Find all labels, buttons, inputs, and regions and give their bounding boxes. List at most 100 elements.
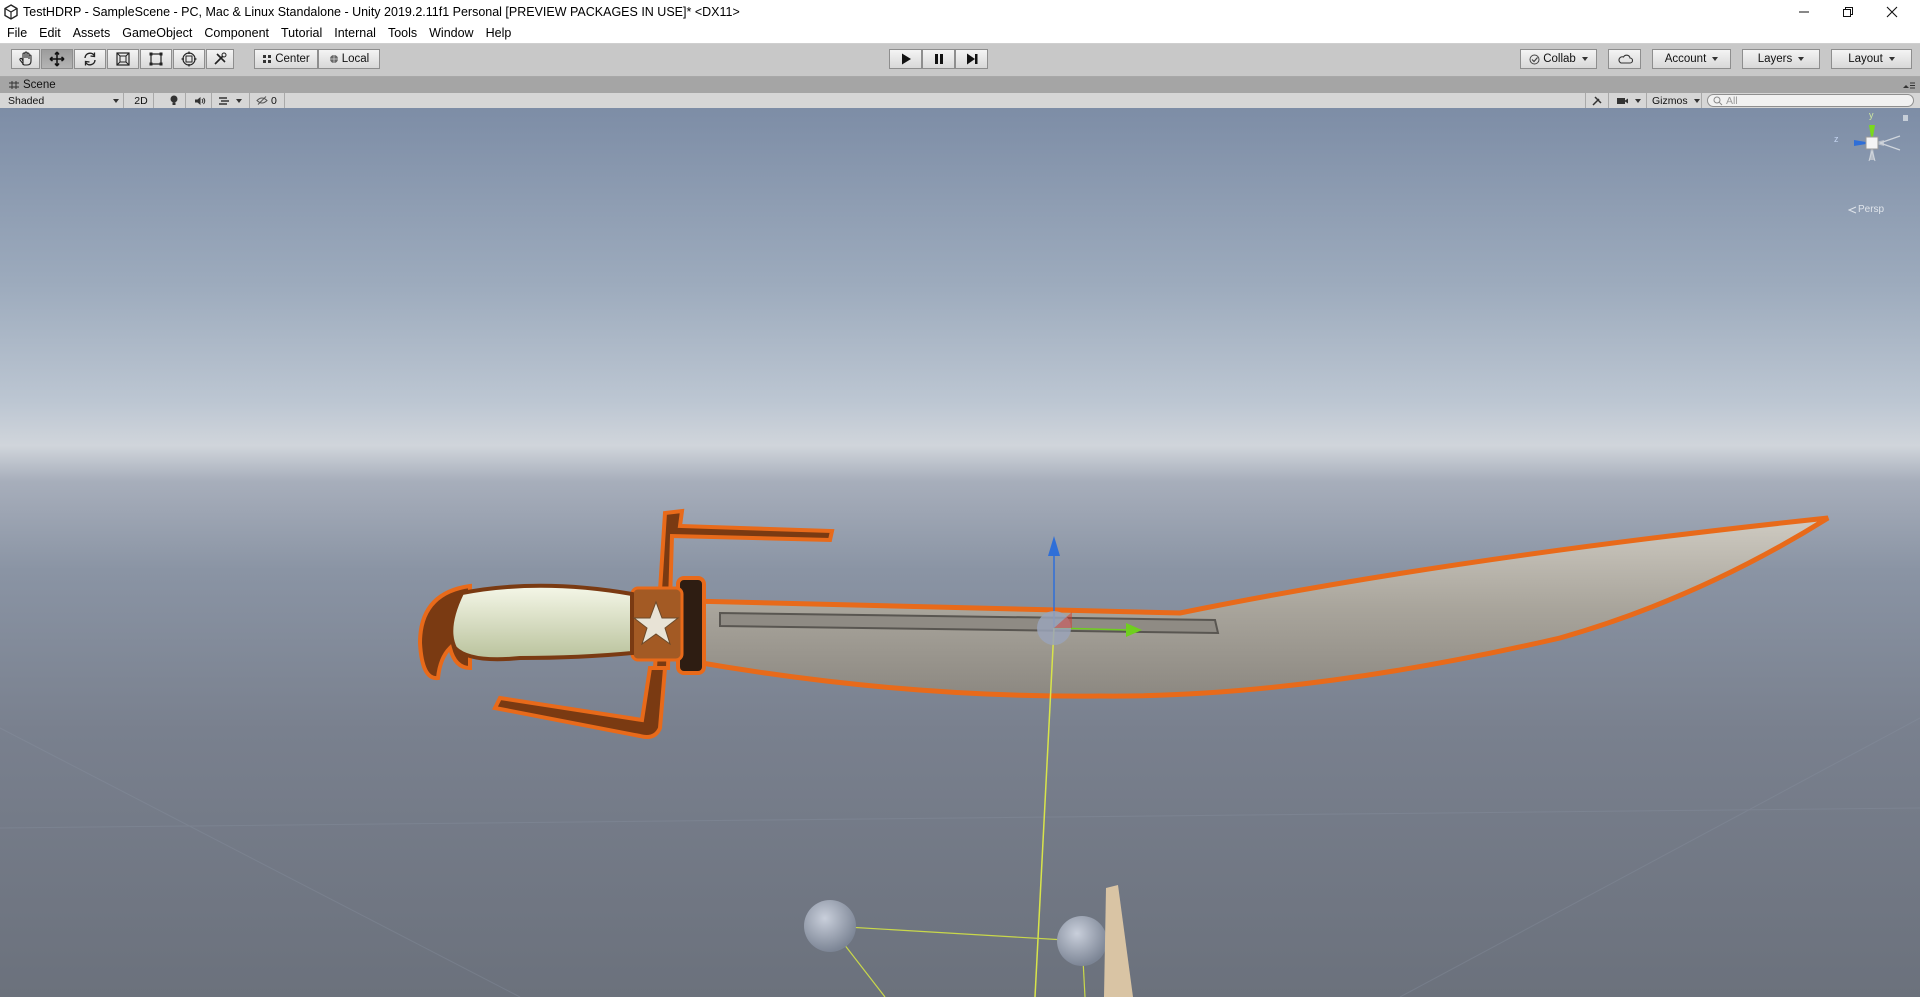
scene-viewport[interactable]: y z Persp (0, 108, 1920, 997)
globe-icon (329, 55, 338, 63)
wooden-post[interactable] (1104, 885, 1133, 997)
title-bar: TestHDRP - SampleScene - PC, Mac & Linux… (0, 0, 1920, 23)
transform-tool-button[interactable] (173, 49, 205, 69)
menu-bar: File Edit Assets GameObject Component Tu… (0, 23, 1920, 44)
menu-tools[interactable]: Tools (382, 26, 423, 40)
hand-icon (18, 51, 32, 66)
restore-icon (1843, 6, 1853, 17)
pivot-mode-label: Center (275, 53, 310, 65)
gizmos-label: Gizmos (1652, 94, 1688, 107)
rect-transform-icon (149, 52, 163, 66)
lighting-toggle[interactable] (162, 93, 186, 108)
hidden-objects-toggle[interactable]: 0 (252, 93, 285, 108)
menu-internal[interactable]: Internal (328, 26, 382, 40)
minimize-button[interactable] (1782, 0, 1826, 23)
gizmos-dropdown[interactable]: Gizmos (1648, 93, 1702, 108)
collab-check-icon (1529, 54, 1540, 64)
cloud-icon (1617, 54, 1633, 64)
search-icon (1713, 96, 1723, 105)
mode-2d-label: 2D (134, 94, 148, 107)
gizmo-z-arrow[interactable] (1048, 536, 1060, 556)
shading-mode-label: Shaded (8, 94, 45, 107)
camera-settings-dropdown[interactable] (1612, 93, 1647, 108)
camera-icon (1617, 97, 1628, 104)
hierarchy-search-field[interactable]: All (1707, 94, 1914, 107)
transform-icon (181, 51, 197, 67)
rect-tool-button[interactable] (140, 49, 172, 69)
axis-y-label: y (1869, 110, 1874, 120)
pause-button[interactable] (922, 49, 955, 69)
scene-grid-icon (9, 81, 19, 89)
play-icon (901, 53, 911, 65)
shading-mode-dropdown[interactable]: Shaded (0, 93, 124, 108)
menu-assets[interactable]: Assets (67, 26, 117, 40)
move-tool-button[interactable] (41, 49, 73, 69)
tab-menu-icon[interactable] (1902, 80, 1916, 90)
menu-help[interactable]: Help (480, 26, 518, 40)
hand-tool-button[interactable] (11, 49, 40, 69)
custom-tool-button[interactable] (206, 49, 234, 69)
audio-toggle[interactable] (188, 93, 212, 108)
menu-edit[interactable]: Edit (33, 26, 67, 40)
layers-label: Layers (1757, 53, 1793, 65)
step-button[interactable] (955, 49, 988, 69)
layout-dropdown[interactable]: Layout (1831, 49, 1912, 69)
scale-icon (116, 52, 130, 66)
sword-grip (449, 583, 634, 662)
menu-tutorial[interactable]: Tutorial (275, 26, 328, 40)
rotate-icon (84, 52, 96, 66)
restore-button[interactable] (1826, 0, 1870, 23)
scene-tools-button[interactable] (1585, 93, 1609, 108)
probe-sphere-right (1057, 916, 1107, 966)
account-dropdown[interactable]: Account (1652, 49, 1731, 69)
eye-slash-icon (256, 96, 268, 105)
cloud-services-button[interactable] (1608, 49, 1641, 69)
speaker-icon (194, 96, 205, 105)
pivot-center-icon (263, 55, 272, 63)
menu-component[interactable]: Component (198, 26, 275, 40)
scene-tab[interactable]: Scene (23, 79, 56, 91)
axis-gizmo-graphic (1854, 115, 1908, 162)
pivot-rotation-button[interactable]: Local (318, 49, 380, 69)
main-toolbar: Center Local Collab Account Layers Layou… (0, 44, 1920, 77)
scale-tool-button[interactable] (107, 49, 139, 69)
layers-dropdown[interactable]: Layers (1742, 49, 1820, 69)
sword-guard-bottom (492, 666, 668, 739)
pause-icon (934, 54, 943, 64)
projection-toggle[interactable]: Persp (1848, 204, 1884, 215)
sword-blade (687, 515, 1830, 699)
minimize-icon (1799, 11, 1809, 12)
tools-icon (214, 52, 227, 65)
menu-file[interactable]: File (0, 26, 33, 40)
close-button[interactable] (1870, 0, 1914, 23)
axis-z-label: z (1834, 134, 1839, 144)
layout-label: Layout (1848, 53, 1883, 65)
sword-model[interactable] (417, 508, 1830, 739)
step-icon (966, 53, 977, 65)
window-title: TestHDRP - SampleScene - PC, Mac & Linux… (23, 4, 740, 19)
account-label: Account (1664, 53, 1707, 65)
hidden-count: 0 (271, 94, 277, 107)
collab-label: Collab (1543, 53, 1576, 65)
effects-icon (219, 96, 229, 105)
scene-control-bar: Shaded 2D 0 Gizmos All (0, 93, 1920, 109)
unity-logo-icon (4, 3, 18, 20)
orientation-gizmo[interactable]: y z Persp (1834, 108, 1920, 215)
rotate-tool-button[interactable] (74, 49, 106, 69)
light-bulb-icon (170, 95, 177, 105)
effects-dropdown[interactable] (214, 93, 250, 108)
scene-tab-header: Scene (0, 77, 1920, 93)
pivot-mode-button[interactable]: Center (254, 49, 318, 69)
scene-render (0, 508, 1920, 997)
pivot-rotation-label: Local (341, 53, 370, 65)
ground-grid (0, 717, 1920, 997)
move-icon (49, 51, 65, 67)
menu-gameobject[interactable]: GameObject (116, 26, 198, 40)
search-placeholder: All (1726, 94, 1738, 107)
toggle-2d-button[interactable]: 2D (129, 93, 154, 108)
wrench-icon (1592, 95, 1602, 106)
menu-window[interactable]: Window (423, 26, 479, 40)
probe-sphere-left (804, 900, 856, 952)
collab-dropdown[interactable]: Collab (1520, 49, 1597, 69)
play-button[interactable] (889, 49, 922, 69)
